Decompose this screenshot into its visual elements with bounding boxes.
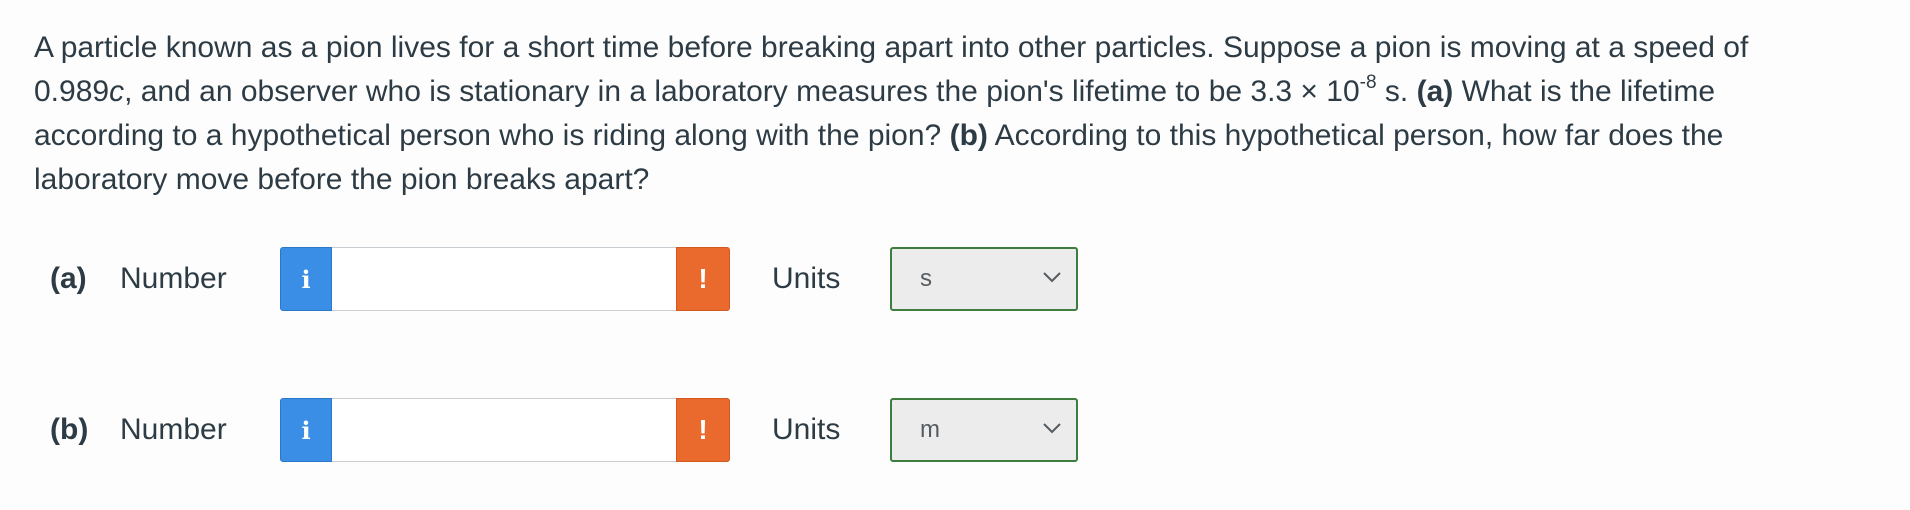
units-selected-value: m: [920, 416, 940, 443]
units-select-b[interactable]: m: [890, 398, 1078, 462]
number-label: Number: [120, 262, 227, 295]
number-label: Number: [120, 413, 227, 446]
number-input-a[interactable]: [332, 247, 676, 311]
question-text-part: , and an observer who is stationary in a…: [124, 75, 1360, 108]
question-text-part: s.: [1376, 75, 1417, 108]
info-icon[interactable]: i: [280, 398, 332, 462]
units-selected-value: s: [920, 265, 932, 292]
part-label: (b): [50, 413, 89, 446]
chevron-down-icon: [1043, 272, 1061, 283]
speed-of-light-symbol: c: [109, 75, 125, 108]
part-label: (a): [50, 262, 87, 295]
part-b-marker: (b): [949, 119, 988, 152]
number-input-b[interactable]: [332, 398, 676, 462]
units-label: Units: [772, 413, 841, 446]
info-icon[interactable]: i: [280, 247, 332, 311]
answer-row-b: (b) Number i ! Units m: [50, 397, 1078, 463]
lifetime-exponent: -8: [1359, 72, 1377, 93]
warning-icon[interactable]: !: [676, 398, 730, 462]
units-label: Units: [772, 262, 841, 295]
answer-row-a: (a) Number i ! Units s: [50, 246, 1078, 312]
question-text: A particle known as a pion lives for a s…: [34, 26, 1834, 202]
chevron-down-icon: [1043, 423, 1061, 434]
part-a-marker: (a): [1416, 75, 1454, 108]
units-select-a[interactable]: s: [890, 247, 1078, 311]
warning-icon[interactable]: !: [676, 247, 730, 311]
